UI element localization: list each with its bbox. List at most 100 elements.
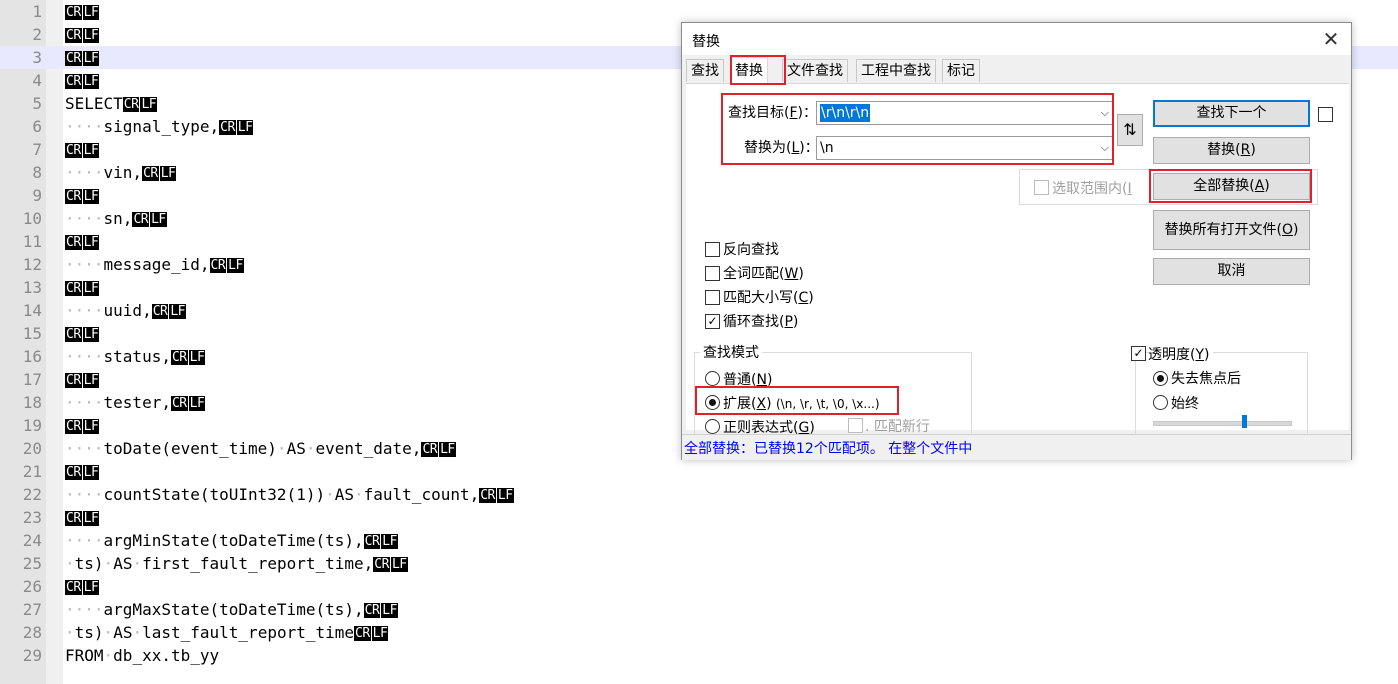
find-next-button[interactable]: 查找下一个 bbox=[1153, 100, 1310, 127]
whitespace-marker: · bbox=[354, 485, 364, 504]
cr-marker: CR bbox=[65, 235, 82, 250]
cr-marker: CR bbox=[65, 189, 82, 204]
close-icon[interactable]: ✕ bbox=[1319, 27, 1343, 51]
line-text: CR LF bbox=[65, 506, 100, 529]
always-radio[interactable] bbox=[1153, 395, 1168, 410]
lf-marker: LF bbox=[82, 28, 100, 43]
on-lose-focus-radio[interactable] bbox=[1153, 371, 1168, 386]
code-token: AS bbox=[113, 554, 133, 573]
extended-mode-highlight-box bbox=[695, 386, 899, 415]
cr-marker: CR bbox=[421, 442, 439, 457]
find-next-checkbox[interactable] bbox=[1318, 107, 1333, 122]
fields-highlight-box bbox=[721, 93, 1114, 165]
dialog-titlebar: 替换 ✕ bbox=[682, 23, 1351, 55]
dialog-title: 替换 bbox=[692, 34, 720, 50]
wrap-around-checkbox[interactable]: ✓ bbox=[705, 314, 720, 329]
in-selection-label: 选取范围内(I bbox=[1052, 181, 1132, 197]
status-bar: 全部替换：已替换12个匹配项。 在整个文件中 bbox=[682, 434, 1351, 460]
replace-button[interactable]: 替换(R) bbox=[1153, 137, 1310, 164]
code-token: argMaxState(toDateTime(ts), bbox=[103, 600, 364, 619]
line-text: ····tester,CR LF bbox=[65, 391, 206, 414]
lf-marker: LF bbox=[496, 488, 514, 503]
tab-find-in-project[interactable]: 工程中查找 bbox=[856, 59, 936, 82]
editor-line[interactable]: 27 ····argMaxState(toDateTime(ts),CR LF bbox=[0, 598, 1398, 621]
cr-marker: CR bbox=[219, 120, 236, 135]
cr-marker: CR bbox=[65, 281, 82, 296]
match-case-label: 匹配大小写(C) bbox=[723, 290, 814, 306]
lf-marker: LF bbox=[140, 97, 158, 112]
editor-line[interactable]: 26 CR LF bbox=[0, 575, 1398, 598]
tab-find[interactable]: 查找 bbox=[686, 59, 724, 82]
line-text: ····argMinState(toDateTime(ts),CR LF bbox=[65, 529, 399, 552]
whitespace-marker: · bbox=[325, 485, 335, 504]
line-number: 19 bbox=[22, 416, 42, 435]
line-number: 26 bbox=[22, 577, 42, 596]
editor-line[interactable]: 22 ····countState(toUInt32(1))·AS·fault_c… bbox=[0, 483, 1398, 506]
lf-marker: LF bbox=[227, 258, 244, 273]
line-text: ····toDate(event_time)·AS·event_date,CR L… bbox=[65, 437, 457, 460]
lf-marker: LF bbox=[188, 350, 206, 365]
line-text: CR LF bbox=[65, 138, 100, 161]
lf-marker: LF bbox=[381, 603, 398, 618]
code-token: vin, bbox=[103, 163, 143, 182]
whitespace-marker: ···· bbox=[65, 485, 104, 504]
line-text: ····argMaxState(toDateTime(ts),CR LF bbox=[65, 598, 399, 621]
line-text: CR LF bbox=[65, 69, 100, 92]
replace-all-open-files-button[interactable]: 替换所有打开文件(O) bbox=[1153, 210, 1310, 250]
code-token: uuid, bbox=[103, 301, 152, 320]
line-text: CR LF bbox=[65, 276, 100, 299]
whole-word-checkbox[interactable] bbox=[705, 266, 720, 281]
code-token: ts) bbox=[74, 623, 104, 642]
code-token: countState(toUInt32(1)) bbox=[103, 485, 326, 504]
transparency-checkbox[interactable]: ✓ bbox=[1131, 346, 1146, 361]
tab-mark[interactable]: 标记 bbox=[942, 59, 980, 82]
swap-icon[interactable]: ⇅ bbox=[1117, 114, 1143, 146]
code-token: SELECT bbox=[65, 94, 123, 113]
whitespace-marker: · bbox=[103, 554, 114, 573]
editor-line[interactable]: 29 FROM·db_xx.tb_yy bbox=[0, 644, 1398, 667]
transparency-slider-track[interactable] bbox=[1153, 421, 1292, 426]
code-token: ts) bbox=[74, 554, 104, 573]
whitespace-marker: ···· bbox=[65, 347, 104, 366]
wrap-around-label: 循环查找(P) bbox=[723, 314, 799, 330]
search-mode-title: 查找模式 bbox=[700, 342, 762, 362]
editor-line[interactable]: 24 ····argMinState(toDateTime(ts),CR LF bbox=[0, 529, 1398, 552]
tab-find-in-files[interactable]: 文件查找 bbox=[782, 59, 848, 82]
mode-normal-radio[interactable] bbox=[705, 371, 720, 386]
code-token: db_xx.tb_yy bbox=[113, 646, 220, 665]
editor-line[interactable]: 21 CR LF bbox=[0, 460, 1398, 483]
editor-line[interactable]: 25 ·ts)·AS·first_fault_report_time,CR LF bbox=[0, 552, 1398, 575]
code-token: last_fault_report_time bbox=[142, 623, 355, 642]
line-text: CR LF bbox=[65, 322, 100, 345]
cr-marker: CR bbox=[122, 97, 140, 112]
mode-regex-radio[interactable] bbox=[705, 419, 720, 434]
code-token: signal_type, bbox=[103, 117, 220, 136]
editor-line[interactable]: 28 ·ts)·AS·last_fault_report_timeCR LF bbox=[0, 621, 1398, 644]
lf-marker: LF bbox=[82, 419, 100, 434]
backward-checkbox[interactable] bbox=[705, 242, 720, 257]
cr-marker: CR bbox=[65, 143, 82, 158]
code-token: argMinState(toDateTime(ts), bbox=[103, 531, 364, 550]
cr-marker: CR bbox=[373, 557, 390, 572]
lf-marker: LF bbox=[82, 5, 100, 20]
transparency-slider-thumb[interactable] bbox=[1242, 415, 1247, 428]
whitespace-marker: ···· bbox=[65, 393, 104, 412]
line-number: 15 bbox=[22, 324, 42, 343]
code-token: status, bbox=[103, 347, 171, 366]
dot-newline-checkbox[interactable] bbox=[848, 418, 863, 433]
line-number: 18 bbox=[22, 393, 42, 412]
line-text: CR LF bbox=[65, 460, 100, 483]
cr-marker: CR bbox=[65, 419, 82, 434]
whitespace-marker: · bbox=[276, 439, 287, 458]
in-selection-checkbox[interactable] bbox=[1034, 180, 1049, 195]
editor-line[interactable]: 1 CR LF bbox=[0, 0, 1398, 23]
line-text: ····signal_type,CR LF bbox=[65, 115, 254, 138]
match-case-checkbox[interactable] bbox=[705, 290, 720, 305]
cr-marker: CR bbox=[142, 166, 159, 181]
code-token: AS bbox=[286, 439, 306, 458]
editor-line[interactable]: 23 CR LF bbox=[0, 506, 1398, 529]
cr-marker: CR bbox=[65, 511, 82, 526]
cancel-button[interactable]: 取消 bbox=[1153, 258, 1310, 285]
always-label: 始终 bbox=[1171, 396, 1199, 412]
cr-marker: CR bbox=[170, 396, 188, 411]
